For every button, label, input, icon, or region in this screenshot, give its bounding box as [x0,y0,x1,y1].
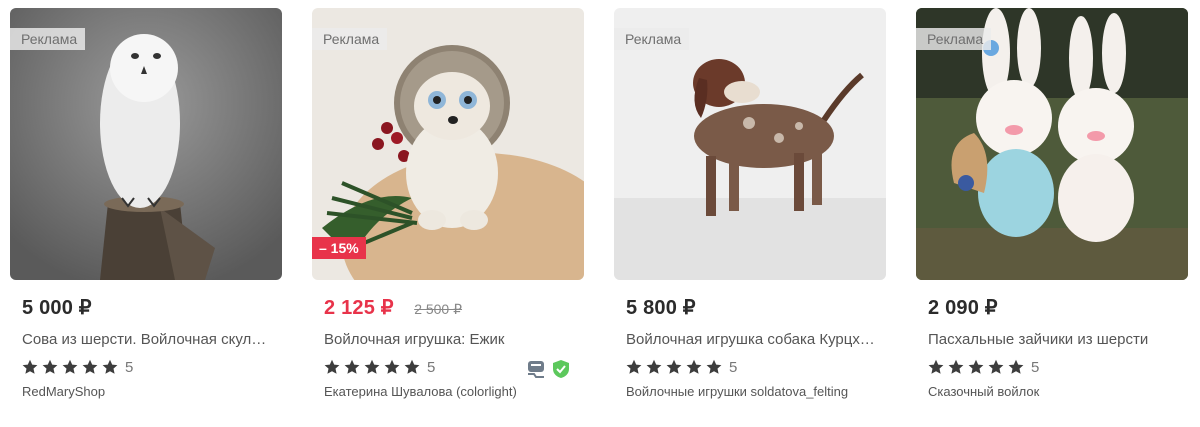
star-icon [706,359,722,374]
stars [324,359,424,375]
star-icon [102,359,118,374]
rating-count: 5 [125,358,134,376]
shop-name[interactable]: Екатерина Шувалова (colorlight) [324,384,517,399]
star-icon [364,359,380,374]
star-icon [404,359,420,374]
price-row: 2 125 ₽ 2 500 ₽ [324,295,462,320]
price-row: 5 800 ₽ [626,295,696,320]
star-icon [686,359,702,374]
product-title[interactable]: Сова из шерсти. Войлочная скульптура [22,331,272,348]
rating: 5 [324,358,435,376]
rating-count: 5 [729,358,738,376]
product-image-dog[interactable]: Реклама [614,8,886,280]
product-title[interactable]: Пасхальные зайчики из шерсти [928,331,1178,348]
verified-shield-icon[interactable] [552,359,570,379]
rating-count: 5 [427,358,436,376]
rating-count: 5 [1031,358,1040,376]
price-row: 2 090 ₽ [928,295,998,320]
ad-label: Реклама [916,28,992,50]
product-image-hedgehog[interactable]: Реклама – 15% [312,8,584,280]
shop-name[interactable]: Войлочные игрушки soldatova_felting [626,384,848,399]
shop-name[interactable]: RedMaryShop [22,384,105,399]
ad-label: Реклама [312,28,388,50]
seller-badges [520,359,570,379]
star-icon [384,359,400,374]
stars [22,359,122,375]
star-icon [62,359,78,374]
star-icon [968,359,984,374]
star-icon [42,359,58,374]
price: 5 000 ₽ [22,297,92,319]
star-icon [1008,359,1024,374]
rating: 5 [22,358,133,376]
price: 2 090 ₽ [928,297,998,319]
rating: 5 [626,358,737,376]
product-title[interactable]: Войлочная игрушка: Ежик [324,331,574,348]
star-icon [22,359,38,374]
stars [928,359,1028,375]
star-icon [344,359,360,374]
discount-badge: – 15% [312,237,366,259]
ad-label: Реклама [614,28,690,50]
product-card-hedgehog[interactable]: Реклама – 15% 2 125 ₽ 2 500 ₽ Войлочная … [312,8,584,418]
ad-label: Реклама [10,28,86,50]
delivery-icon[interactable] [526,359,546,379]
star-icon [928,359,944,374]
price: 5 800 ₽ [626,297,696,319]
star-icon [626,359,642,374]
stars [626,359,726,375]
rating: 5 [928,358,1039,376]
star-icon [82,359,98,374]
old-price: 2 500 ₽ [414,301,463,317]
price: 2 125 ₽ [324,297,394,319]
product-image-owl[interactable]: Реклама [10,8,282,280]
shop-name[interactable]: Сказочный войлок [928,384,1039,399]
product-image-bunnies[interactable]: Реклама [916,8,1188,280]
star-icon [646,359,662,374]
product-title[interactable]: Войлочная игрушка собака Курцхаар [626,331,876,348]
product-card-bunnies[interactable]: Реклама 2 090 ₽ Пасхальные зайчики из ше… [916,8,1188,418]
product-card-owl[interactable]: Реклама 5 000 ₽ Сова из шерсти. Войлочна… [10,8,282,418]
product-grid: Реклама 5 000 ₽ Сова из шерсти. Войлочна… [0,0,1200,427]
star-icon [988,359,1004,374]
star-icon [666,359,682,374]
star-icon [948,359,964,374]
star-icon [324,359,340,374]
product-card-dog[interactable]: Реклама 5 800 ₽ Войлочная игрушка собака… [614,8,886,418]
price-row: 5 000 ₽ [22,295,92,320]
